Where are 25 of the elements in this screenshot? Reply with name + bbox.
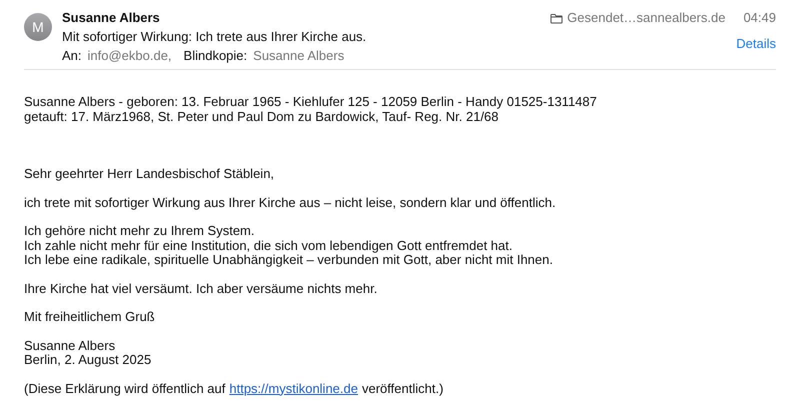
body-text: Mit freiheitlichem Gruß	[24, 310, 156, 324]
body-text: Ihre Kirche hat viel versäumt. Ich aber versäume nichts mehr.	[24, 282, 378, 296]
body-text: ich trete mit sofortiger Wirkung aus Ihrer Kirche aus – nicht leise, sondern klar und öffentlich.	[24, 196, 557, 210]
body-text: Susanne Albers - geboren: 13. Februar 1965 - Kiehlufer 125 - 12059 Berlin - Handy 01525-1311487	[24, 95, 598, 110]
body-text: (Diese Erklärung wird öffentlich auf	[24, 382, 226, 396]
body-text: Sehr geehrter Herr Landesbischof Stäblein,	[24, 167, 276, 182]
avatar: M	[24, 13, 52, 41]
body-text: Ich lebe eine radikale, spirituelle Unabhängigkeit – verbunden mit Gott, aber nicht mit Ihnen.	[24, 253, 554, 268]
body-text: veröffentlicht.)	[362, 382, 444, 396]
body-text: Berlin, 2. August 2025	[24, 353, 152, 368]
body-text: getauft: 17. März1968, St. Peter und Paul Dom zu Bardowick, Tauf- Reg. Nr. 21/68	[24, 110, 499, 124]
recipient: info@ekbo.de,	[88, 47, 172, 65]
to-label: An:	[62, 47, 82, 65]
website-link[interactable]: https://mystikonline.de	[229, 382, 358, 396]
body-text: Ich zahle nicht mehr für eine Institution, die sich vom lebendigen Gott entfremdet hat.	[24, 238, 514, 253]
subject: Mit sofortiger Wirkung: Ich trete aus Ihrer Kirche aus.	[62, 28, 368, 46]
folder-icon	[550, 12, 564, 24]
bcc-label: Blindkopie:	[184, 47, 248, 65]
mailbox-name: Gesendet…sannealbers.de	[567, 9, 726, 27]
bcc-recipient: Susanne Albers	[253, 47, 344, 65]
sender-name: Susanne Albers	[62, 9, 161, 27]
body-text: Susanne Albers	[24, 338, 116, 353]
details-link[interactable]: Details	[736, 36, 776, 51]
body-text: Ich gehöre nicht mehr zu Ihrem System.	[24, 224, 256, 238]
timestamp: 04:49	[743, 9, 776, 27]
